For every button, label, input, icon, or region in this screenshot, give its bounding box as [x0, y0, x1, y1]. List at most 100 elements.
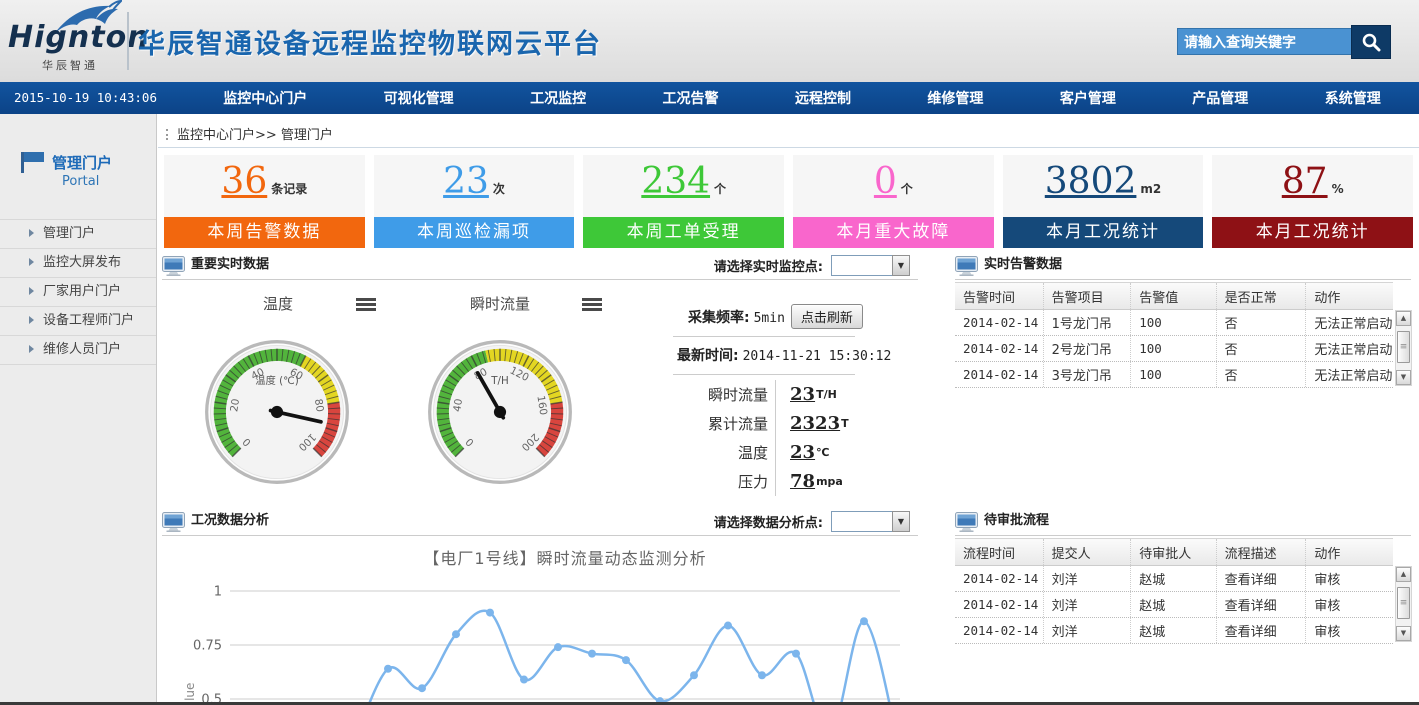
action-link[interactable]: 审核 — [1305, 618, 1393, 643]
breadcrumb-text: 监控中心门户>> 管理门户 — [177, 128, 333, 143]
reading-value-link[interactable]: 23 — [790, 384, 815, 405]
search-input[interactable] — [1177, 28, 1353, 55]
sidebar-item-2[interactable]: 厂家用户门户 — [0, 277, 156, 306]
table-cell: 2014-02-14 — [955, 623, 1043, 638]
search-button[interactable] — [1351, 25, 1391, 59]
analysis-point-select-label: 请选择数据分析点: — [714, 512, 823, 531]
nav-item-3[interactable]: 工况告警 — [663, 88, 719, 108]
chevron-down-icon[interactable]: ▼ — [892, 511, 910, 532]
analysis-section-header: 工况数据分析 请选择数据分析点: ▼ — [162, 509, 918, 536]
analysis-point-select[interactable]: ▼ — [831, 511, 910, 532]
reading-row-3: 压力78mpa — [648, 467, 910, 496]
table-row: 2014-02-14刘洋赵城查看详细审核 — [955, 592, 1393, 618]
reading-value-link[interactable]: 23 — [790, 442, 815, 463]
select-value[interactable] — [831, 255, 892, 276]
chart-menu-icon[interactable] — [582, 298, 602, 312]
column-header: 动作 — [1305, 283, 1393, 309]
sidebar-item-4[interactable]: 维修人员门户 — [0, 335, 156, 365]
chart-menu-icon[interactable] — [356, 298, 376, 312]
gauge-title-temperature: 温度 — [218, 293, 338, 314]
reading-label: 温度 — [648, 442, 768, 463]
refresh-button[interactable]: 点击刷新 — [791, 304, 863, 329]
table-cell: 2014-02-14 — [955, 597, 1043, 612]
column-header: 告警时间 — [955, 287, 1043, 306]
stat-cards-row: 36条记录本周告警数据23次本周巡检漏项234个本周工单受理0个本月重大故障38… — [164, 155, 1413, 248]
stat-value-link[interactable]: 234 — [641, 161, 710, 202]
scroll-up-button[interactable]: ▲ — [1396, 567, 1411, 582]
sidebar-item-3[interactable]: 设备工程师门户 — [0, 306, 156, 335]
nav-item-5[interactable]: 维修管理 — [927, 88, 983, 108]
scrollbar-thumb[interactable]: ≡ — [1397, 331, 1410, 363]
nav-timestamp: 2015-10-19 10:43:06 — [14, 82, 157, 114]
stat-unit: 条记录 — [271, 182, 307, 196]
stat-unit: 次 — [493, 182, 505, 196]
stat-unit: 个 — [714, 182, 726, 196]
nav-item-1[interactable]: 可视化管理 — [384, 88, 454, 108]
scrollbar-track[interactable]: ≡ — [1396, 582, 1411, 626]
chevron-down-icon[interactable]: ▼ — [892, 255, 910, 276]
monitor-icon — [955, 256, 978, 280]
logo-divider — [127, 12, 129, 70]
action-link[interactable]: 审核 — [1305, 566, 1393, 591]
stat-value-link[interactable]: 87 — [1282, 161, 1328, 202]
stat-value-link[interactable]: 3802 — [1045, 161, 1137, 202]
monitor-icon — [955, 512, 978, 536]
action-link[interactable]: 查看详细 — [1216, 566, 1306, 591]
alarm-table-header: 告警时间告警项目告警值是否正常动作 — [955, 282, 1393, 310]
temperature-gauge: 020406080100温度 (℃) — [202, 337, 352, 487]
page-title: 华辰智通设备远程监控物联网云平台 — [138, 22, 602, 61]
chart-marker — [622, 656, 630, 664]
chart-marker — [486, 609, 494, 617]
action-link[interactable]: 审核 — [1305, 592, 1393, 617]
chart-marker — [758, 671, 766, 679]
action-link[interactable]: 查看详细 — [1216, 618, 1306, 643]
nav-item-6[interactable]: 客户管理 — [1060, 88, 1116, 108]
select-value[interactable] — [831, 511, 892, 532]
chart-marker — [792, 650, 800, 658]
stat-value-link[interactable]: 0 — [874, 161, 897, 202]
nav-item-2[interactable]: 工况监控 — [530, 88, 586, 108]
scrollbar-track[interactable]: ≡ — [1396, 326, 1411, 370]
sidebar-item-1[interactable]: 监控大屏发布 — [0, 248, 156, 277]
stat-card-0: 36条记录本周告警数据 — [164, 155, 365, 248]
table-cell: 无法正常启动 — [1305, 362, 1393, 387]
nav-item-7[interactable]: 产品管理 — [1192, 88, 1248, 108]
reading-label: 压力 — [648, 471, 768, 492]
sidebar-item-0[interactable]: 管理门户 — [0, 219, 156, 248]
table-cell: 100 — [1130, 362, 1215, 387]
scroll-down-button[interactable]: ▼ — [1396, 626, 1411, 641]
nav-item-0[interactable]: 监控中心门户 — [223, 88, 307, 108]
chart-marker — [588, 650, 596, 658]
realtime-section-title: 重要实时数据 — [191, 257, 269, 272]
monitor-point-select[interactable]: ▼ — [831, 255, 910, 276]
sidebar-item-label: 管理门户 — [43, 226, 95, 241]
stat-value-link[interactable]: 36 — [221, 161, 267, 202]
table-row: 2014-02-143号龙门吊100否无法正常启动 — [955, 362, 1393, 388]
sidebar-item-label: 维修人员门户 — [43, 342, 121, 357]
scroll-down-button[interactable]: ▼ — [1396, 370, 1411, 385]
table-cell: 刘洋 — [1043, 618, 1131, 643]
flag-icon — [20, 150, 46, 174]
breadcrumb: 监控中心门户>> 管理门户 — [166, 124, 333, 143]
latest-time-value: 2014-11-21 15:30:12 — [743, 349, 892, 364]
chart-marker — [384, 665, 392, 673]
alarm-table-body: 2014-02-141号龙门吊100否无法正常启动2014-02-142号龙门吊… — [955, 310, 1393, 388]
approval-table-header: 流程时间提交人待审批人流程描述动作 — [955, 538, 1393, 566]
column-header: 动作 — [1305, 539, 1393, 565]
scroll-up-button[interactable]: ▲ — [1396, 311, 1411, 326]
nav-item-4[interactable]: 远程控制 — [795, 88, 851, 108]
alarm-table-scrollbar[interactable]: ▲ ≡ ▼ — [1395, 310, 1412, 386]
column-header: 是否正常 — [1216, 283, 1306, 309]
stat-label: 本周工单受理 — [583, 217, 784, 248]
stat-label: 本月工况统计 — [1003, 217, 1204, 248]
main-content: 监控中心门户>> 管理门户 36条记录本周告警数据23次本周巡检漏项234个本周… — [158, 114, 1419, 705]
nav-item-8[interactable]: 系统管理 — [1325, 88, 1381, 108]
reading-value-link[interactable]: 2323 — [790, 413, 840, 434]
scrollbar-thumb[interactable]: ≡ — [1397, 587, 1410, 619]
action-link[interactable]: 查看详细 — [1216, 592, 1306, 617]
table-row: 2014-02-14刘洋赵城查看详细审核 — [955, 618, 1393, 644]
approval-table-scrollbar[interactable]: ▲ ≡ ▼ — [1395, 566, 1412, 642]
reading-value-link[interactable]: 78 — [790, 471, 815, 492]
sidebar: 管理门户 Portal 管理门户监控大屏发布厂家用户门户设备工程师门户维修人员门… — [0, 114, 157, 705]
stat-value-link[interactable]: 23 — [443, 161, 489, 202]
